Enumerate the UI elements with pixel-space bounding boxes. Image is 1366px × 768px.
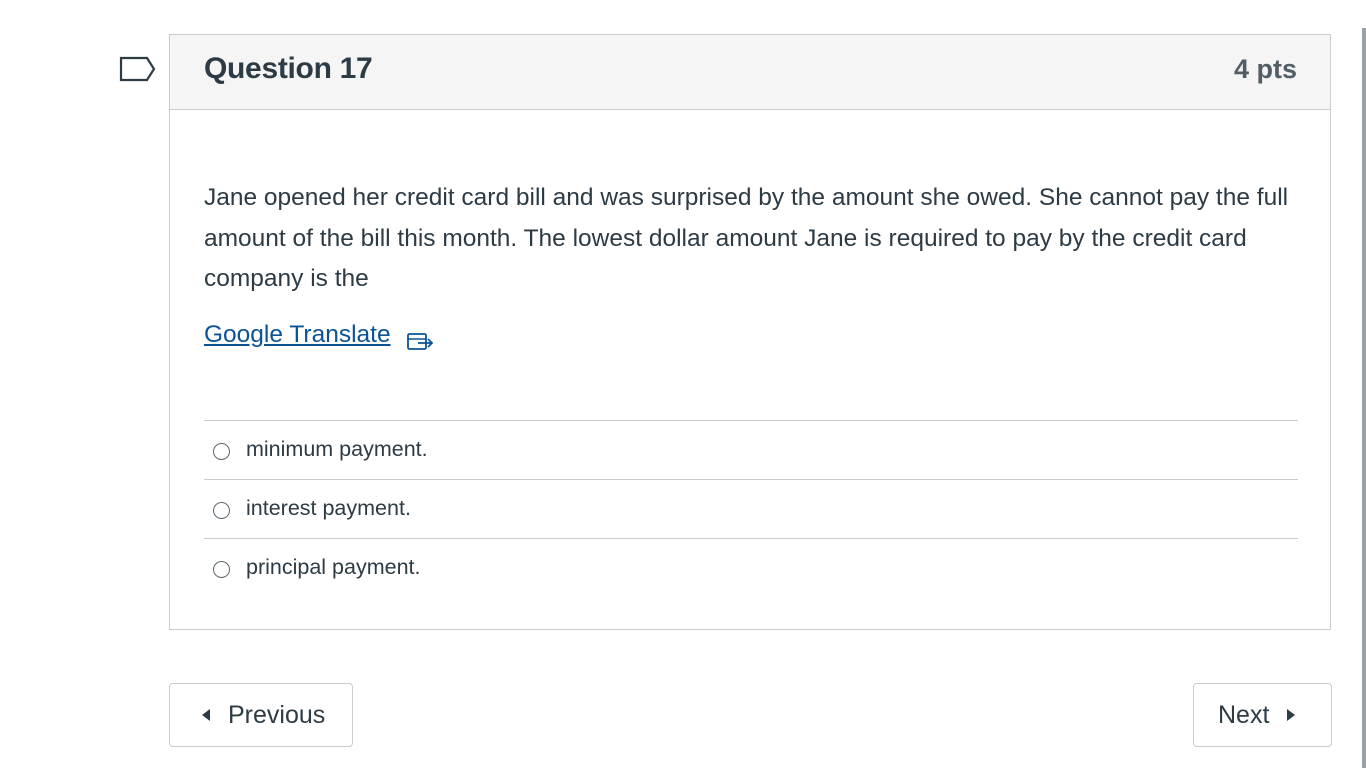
radio-button[interactable]	[213, 443, 230, 460]
answer-option[interactable]: principal payment.	[204, 538, 1298, 597]
caret-right-icon	[1287, 709, 1296, 721]
answer-list: minimum payment. interest payment. princ…	[204, 420, 1298, 597]
next-button[interactable]: Next	[1193, 683, 1332, 747]
radio-button[interactable]	[213, 502, 230, 519]
answer-label: interest payment.	[246, 496, 411, 520]
external-link-icon[interactable]	[406, 330, 436, 352]
previous-label: Previous	[228, 700, 326, 729]
answer-label: principal payment.	[246, 555, 421, 579]
radio-button[interactable]	[213, 561, 230, 578]
question-card: Question 17 4 pts Jane opened her credit…	[169, 34, 1331, 630]
quiz-page: Question 17 4 pts Jane opened her credit…	[0, 0, 1366, 768]
question-points: 4 pts	[1233, 54, 1297, 84]
previous-button[interactable]: Previous	[169, 683, 353, 747]
question-text: Jane opened her credit card bill and was…	[204, 184, 1289, 292]
answer-option[interactable]: interest payment.	[204, 479, 1298, 538]
question-title: Question 17	[204, 52, 373, 85]
scrollbar[interactable]	[1362, 28, 1366, 768]
next-label: Next	[1218, 700, 1270, 729]
answer-option[interactable]: minimum payment.	[204, 420, 1298, 479]
caret-left-icon	[202, 709, 210, 721]
flag-question-icon[interactable]	[119, 56, 157, 86]
question-header: Question 17 4 pts	[170, 35, 1330, 110]
answer-label: minimum payment.	[246, 437, 428, 461]
google-translate-link[interactable]: Google Translate	[204, 321, 391, 349]
